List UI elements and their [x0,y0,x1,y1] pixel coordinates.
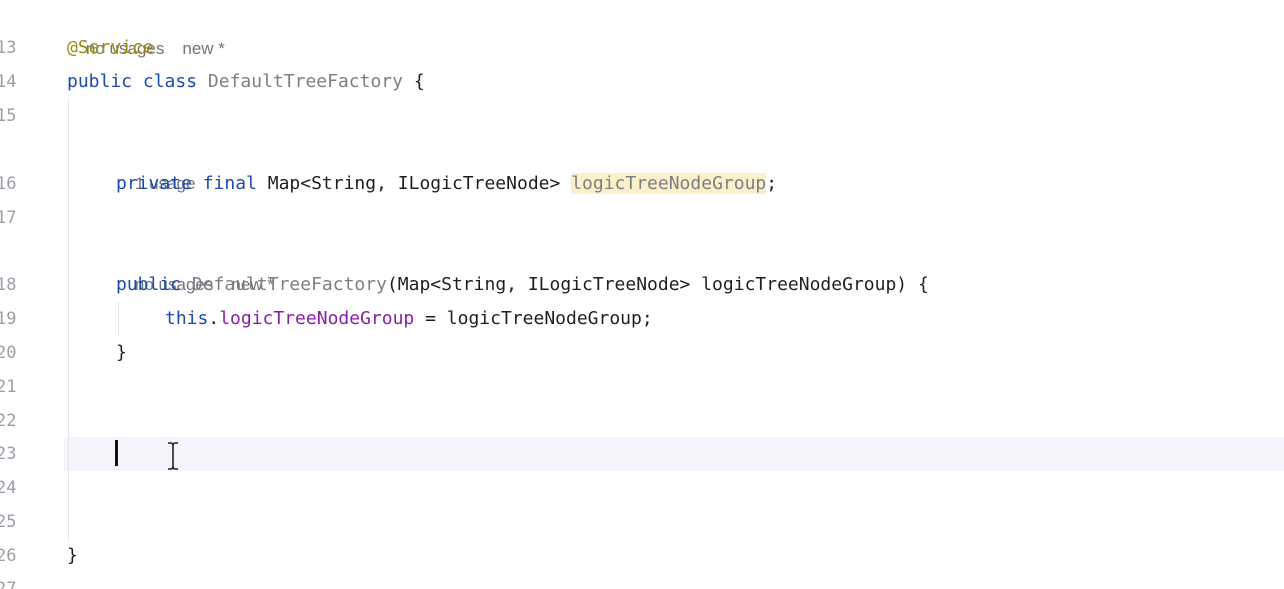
constructor-name-token[interactable]: DefaultTreeFactory [192,274,387,295]
code-line-19[interactable]: this.logicTreeNodeGroup = logicTreeNodeG… [165,302,1284,336]
dot-token: . [208,308,220,329]
type-token[interactable]: Map<String, ILogicTreeNode> [268,173,561,194]
brace-token: } [116,342,127,363]
semicolon-token: ; [766,173,778,194]
code-line-14[interactable]: public class DefaultTreeFactory { [67,65,1284,99]
usage-hint-field[interactable]: 1 usage [116,133,196,193]
line-number: 18 [0,275,17,295]
text-caret [115,440,118,466]
line-number: 21 [0,377,17,397]
line-number: 19 [0,309,17,329]
line-number: 16 [0,174,17,194]
code-line-16[interactable]: private final Map<String, ILogicTreeNode… [116,167,1284,201]
assignment-token[interactable]: = logicTreeNodeGroup; [414,308,653,329]
line-number: 15 [0,106,17,126]
keyword-token: public [67,71,133,92]
field-name-highlighted[interactable]: logicTreeNodeGroup [571,173,767,194]
line-number: 25 [0,512,17,532]
line-number: 22 [0,411,17,431]
code-editor[interactable]: 13 14 15 16 17 18 19 20 21 22 23 24 25 2… [0,0,1284,589]
line-number: 14 [0,72,17,92]
keyword-token: public [116,274,182,295]
usage-hint-constructor[interactable]: no usages new * [116,234,274,294]
parameters-token[interactable]: (Map<String, ILogicTreeNode> logicTreeNo… [387,274,929,295]
line-number: 23 [0,444,17,464]
keyword-token: this [165,308,209,329]
brace-token: { [402,71,425,92]
ibeam-cursor-icon [168,442,178,470]
code-line-26[interactable]: } [67,539,1284,573]
indent-guide [68,100,69,540]
line-number: 20 [0,343,17,363]
brace-token: } [67,545,78,566]
line-number: 24 [0,478,17,498]
code-line-20[interactable]: } [116,336,1284,370]
annotation-token: @Service [67,37,154,58]
line-number: 13 [0,38,17,58]
keyword-token: class [142,71,198,92]
line-number: 17 [0,208,17,228]
field-reference-token[interactable]: logicTreeNodeGroup [219,308,414,329]
keyword-token: final [202,173,257,194]
line-number: 27 [0,579,17,589]
code-line-18[interactable]: public DefaultTreeFactory(Map<String, IL… [116,268,1284,302]
usage-hint-class[interactable]: no usages new * [67,0,225,58]
code-line-13[interactable]: @Service [67,31,1284,65]
class-name-token[interactable]: DefaultTreeFactory [208,71,403,92]
keyword-token: private [116,173,192,194]
current-line-highlight [64,437,1284,471]
line-number: 26 [0,546,17,566]
